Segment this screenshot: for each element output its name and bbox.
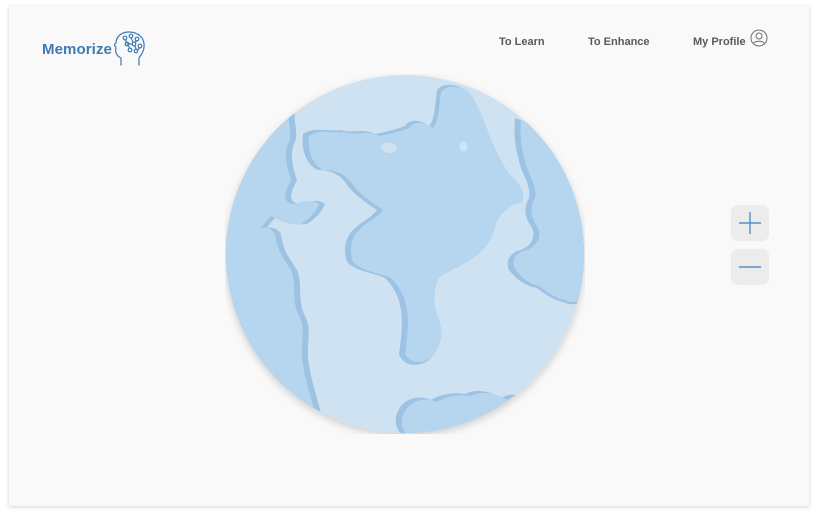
zoom-in-button[interactable] bbox=[731, 205, 769, 241]
plus-icon bbox=[739, 212, 761, 234]
world-globe-map[interactable] bbox=[225, 74, 585, 434]
minus-icon bbox=[739, 266, 761, 268]
nav-to-enhance[interactable]: To Enhance bbox=[588, 36, 650, 48]
nav-my-profile-label: My Profile bbox=[693, 36, 746, 48]
logo[interactable]: Memorize bbox=[42, 29, 148, 69]
nav-to-learn[interactable]: To Learn bbox=[499, 36, 545, 48]
brain-head-icon bbox=[113, 31, 145, 66]
app-name: Memorize bbox=[42, 40, 112, 58]
zoom-out-button[interactable] bbox=[731, 249, 769, 285]
nav-my-profile[interactable]: My Profile bbox=[693, 29, 768, 48]
app-window: Memorize To Learn To Enhance My Profile bbox=[9, 6, 809, 506]
user-avatar-icon bbox=[750, 29, 768, 47]
